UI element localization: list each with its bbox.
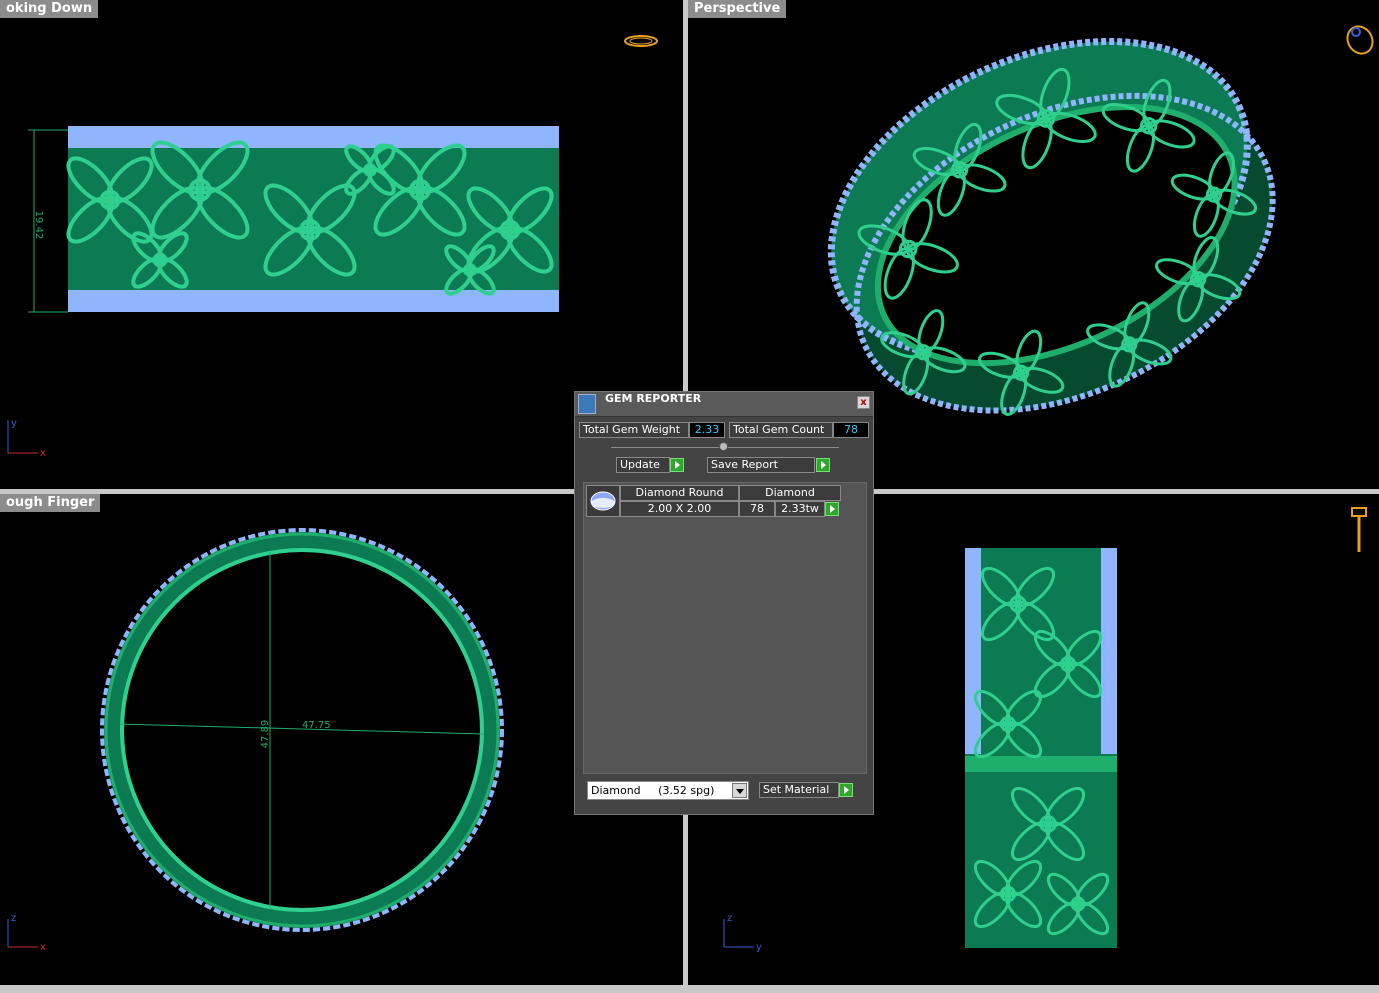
height-dimension: 47.89 bbox=[260, 720, 271, 749]
width-dimension: 47.75 bbox=[302, 720, 331, 731]
total-gem-weight-value: 2.33 bbox=[689, 422, 725, 438]
splitter-handle[interactable] bbox=[719, 442, 728, 451]
gem-count-cell: 78 bbox=[739, 501, 775, 517]
material-select-value: Diamond (3.52 spg) bbox=[591, 784, 715, 797]
material-select[interactable]: Diamond (3.52 spg) bbox=[587, 781, 749, 800]
save-report-go-icon[interactable] bbox=[816, 458, 830, 472]
height-dimension: 19.42 bbox=[33, 211, 44, 240]
view-indicator-icon bbox=[1351, 507, 1367, 552]
total-gem-count-label: Total Gem Count bbox=[729, 422, 833, 438]
viewport-label[interactable]: Perspective bbox=[688, 0, 787, 18]
view-indicator-icon bbox=[624, 35, 658, 47]
close-button[interactable]: x bbox=[857, 396, 870, 409]
gem-weight-cell: 2.33tw bbox=[775, 501, 825, 517]
gem-row[interactable]: Diamond Round Diamond 2.00 X 2.00 78 2.3… bbox=[584, 483, 866, 519]
update-go-icon[interactable] bbox=[670, 458, 684, 472]
gem-reporter-dialog: GEM REPORTER x Total Gem Weight 2.33 Tot… bbox=[574, 391, 874, 815]
view-indicator-icon bbox=[1346, 25, 1374, 55]
axis-h-label: x bbox=[40, 942, 46, 953]
gem-shape-header: Diamond Round bbox=[620, 485, 739, 501]
axis-v-label: z bbox=[727, 913, 732, 924]
dialog-title-bar[interactable]: GEM REPORTER x bbox=[575, 392, 873, 417]
axis-v-label: z bbox=[11, 913, 16, 924]
chevron-down-icon[interactable] bbox=[732, 783, 747, 798]
set-material-button[interactable]: Set Material bbox=[759, 782, 839, 798]
total-gem-weight-label: Total Gem Weight bbox=[579, 422, 689, 438]
set-material-go-icon[interactable] bbox=[839, 783, 853, 797]
update-button[interactable]: Update bbox=[616, 457, 670, 473]
viewport-label[interactable]: oking Down bbox=[0, 0, 99, 18]
gem-reporter-icon bbox=[578, 394, 596, 414]
axis-h-label: x bbox=[40, 448, 46, 459]
viewport-label[interactable]: ough Finger bbox=[0, 494, 101, 512]
axis-triad-icon: z y bbox=[723, 913, 762, 953]
gem-list: Diamond Round Diamond 2.00 X 2.00 78 2.3… bbox=[583, 482, 867, 774]
axis-triad-icon: z x bbox=[7, 913, 46, 953]
axis-triad-icon: y x bbox=[7, 418, 46, 459]
gem-size-cell: 2.00 X 2.00 bbox=[620, 501, 739, 517]
total-gem-count-value: 78 bbox=[833, 422, 869, 438]
axis-v-label: y bbox=[11, 418, 17, 429]
gem-material-header: Diamond bbox=[739, 485, 841, 501]
gem-row-go-icon[interactable] bbox=[825, 502, 839, 516]
axis-h-label: y bbox=[756, 942, 762, 953]
round-diamond-icon bbox=[586, 485, 620, 517]
dialog-title: GEM REPORTER bbox=[605, 392, 702, 405]
save-report-button[interactable]: Save Report bbox=[707, 457, 815, 473]
